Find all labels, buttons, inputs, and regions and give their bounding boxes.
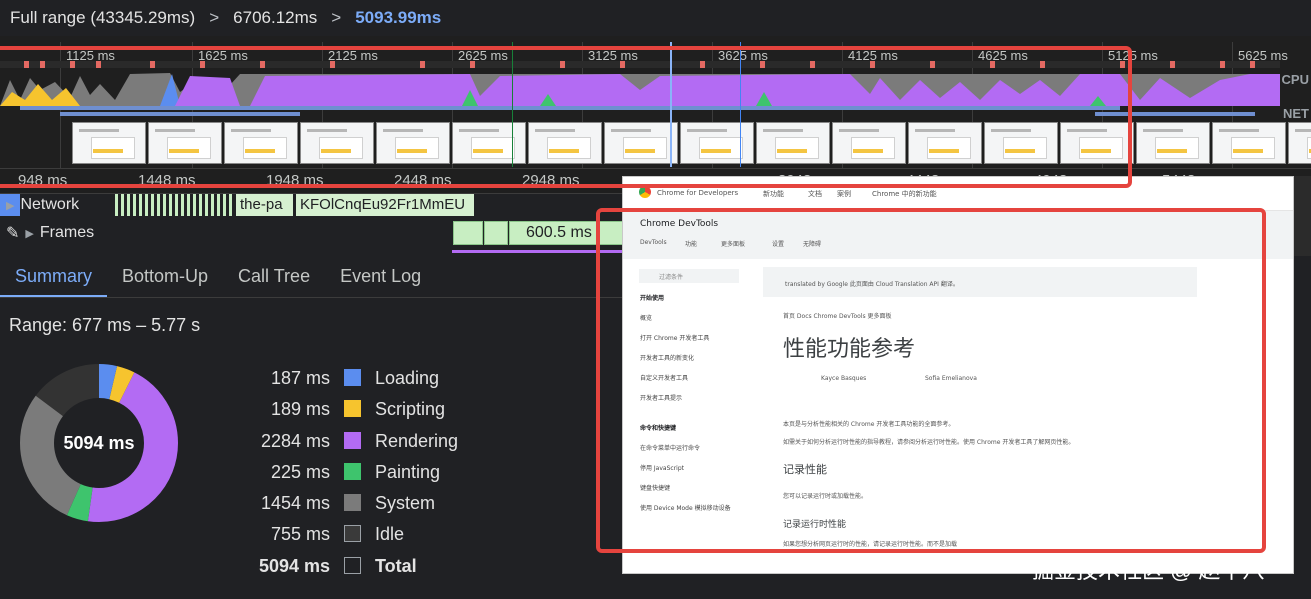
- summary-donut-chart: 5094 ms: [20, 364, 178, 522]
- summary-label: Idle: [375, 524, 405, 545]
- crumb-full-range[interactable]: Full range (43345.29ms): [10, 8, 195, 28]
- summary-label: Total: [375, 555, 417, 576]
- frame-block[interactable]: [484, 221, 508, 245]
- filmstrip-frame[interactable]: [1212, 122, 1286, 164]
- summary-value: 225 ms: [270, 461, 330, 482]
- site-nav-item: Chrome 中的新功能: [872, 190, 937, 198]
- summary-row-system: 1454 ms System: [240, 491, 500, 522]
- summary-label: Loading: [375, 368, 440, 388]
- color-swatch: [344, 369, 361, 386]
- site-name: Chrome for Developers: [657, 189, 739, 197]
- crumb-current-range[interactable]: 5093.99ms: [355, 8, 441, 28]
- summary-value: 2284 ms: [260, 430, 330, 451]
- color-swatch: [344, 494, 361, 512]
- summary-row-idle: 755 ms Idle: [240, 522, 500, 553]
- pencil-icon[interactable]: ✎: [6, 223, 19, 243]
- scrollbar[interactable]: [1294, 176, 1311, 256]
- summary-value: 755 ms: [270, 524, 330, 545]
- frames-track-header[interactable]: ✎ ▶ Frames: [6, 223, 94, 243]
- annotation-box-screenshot: [596, 208, 1266, 553]
- summary-row-loading: 187 ms Loading: [240, 366, 500, 397]
- crumb-mid-range[interactable]: 6706.12ms: [233, 8, 317, 28]
- summary-row-scripting: 189 ms Scripting: [240, 397, 500, 428]
- site-nav-item: 案例: [837, 190, 851, 198]
- crumb-separator: >: [209, 8, 220, 27]
- tab-summary[interactable]: Summary: [0, 256, 108, 297]
- cpu-track-label: CPU: [1281, 72, 1309, 87]
- tab-event-log[interactable]: Event Log: [325, 256, 436, 297]
- color-swatch: [344, 400, 361, 418]
- color-swatch: [344, 525, 361, 543]
- summary-label: Painting: [375, 461, 441, 482]
- filmstrip-frame[interactable]: [1288, 122, 1311, 164]
- network-track-label: NET: [1283, 106, 1309, 121]
- filmstrip-frame[interactable]: [1136, 122, 1210, 164]
- summary-value: 189 ms: [270, 399, 330, 420]
- frame-duration-label: 600.5 ms: [526, 224, 592, 241]
- summary-label: System: [375, 493, 436, 514]
- summary-value: 187 ms: [270, 368, 330, 388]
- summary-value: 5094 ms: [258, 555, 330, 576]
- annotation-box-overview: [0, 46, 1132, 188]
- network-request-chip[interactable]: the-pa: [236, 194, 293, 216]
- summary-label: Scripting: [375, 399, 446, 420]
- summary-label: Rendering: [375, 430, 459, 451]
- summary-legend: 187 ms Loading 189 ms Scripting 2284 ms Rende…: [240, 366, 500, 585]
- expand-triangle-icon[interactable]: ▶: [25, 227, 33, 240]
- breadcrumb: Full range (43345.29ms) > 6706.12ms > 50…: [0, 0, 1311, 36]
- long-task-marker: [1220, 61, 1225, 68]
- color-swatch: [344, 462, 361, 480]
- network-track-header[interactable]: ▶ Network: [6, 196, 79, 214]
- details-tabs: Summary Bottom-Up Call Tree Event Log: [0, 256, 622, 298]
- site-nav-item: 新功能: [763, 190, 784, 198]
- long-task-marker: [1170, 61, 1175, 68]
- long-task-marker: [1250, 61, 1255, 68]
- watermark: 掘金技术社区 @ 赵十八: [1032, 558, 1265, 583]
- summary-row-total: 5094 ms Total: [240, 554, 500, 585]
- summary-range: Range: 677 ms – 5.77 s: [9, 315, 201, 335]
- color-swatch: [344, 556, 361, 574]
- summary-value: 1454 ms: [260, 493, 330, 514]
- tab-call-tree[interactable]: Call Tree: [223, 256, 325, 297]
- network-request-chip[interactable]: KFOlCnqEu92Fr1MmEU: [296, 194, 474, 216]
- tab-bottom-up[interactable]: Bottom-Up: [107, 256, 223, 297]
- expand-triangle-icon[interactable]: ▶: [6, 199, 14, 212]
- frames-track-label: Frames: [39, 224, 95, 241]
- color-swatch: [344, 431, 361, 449]
- summary-row-rendering: 2284 ms Rendering: [240, 429, 500, 460]
- summary-row-painting: 225 ms Painting: [240, 460, 500, 491]
- site-nav-item: 文档: [808, 190, 822, 198]
- frame-block[interactable]: [453, 221, 483, 245]
- network-request[interactable]: [115, 194, 235, 216]
- network-track-label: Network: [20, 196, 80, 213]
- crumb-separator: >: [331, 8, 342, 27]
- donut-center-label: 5094 ms: [63, 433, 134, 453]
